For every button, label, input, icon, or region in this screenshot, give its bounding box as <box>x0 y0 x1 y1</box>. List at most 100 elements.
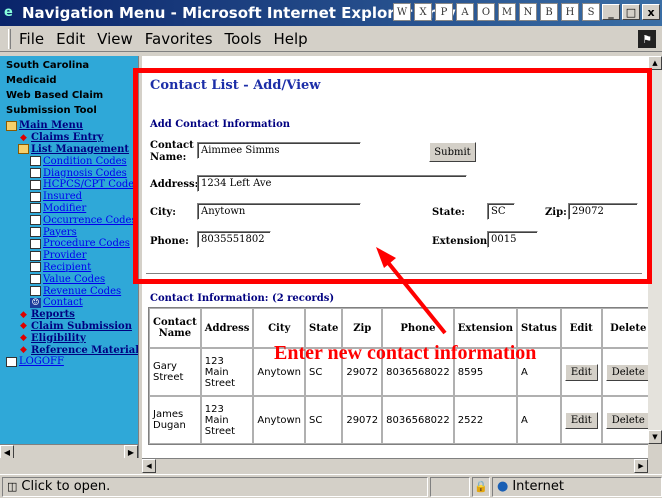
submit-button[interactable]: Submit <box>429 142 476 162</box>
app-icon[interactable]: B <box>540 3 558 21</box>
page-icon <box>30 215 41 226</box>
book-icon <box>6 120 17 131</box>
menu-tools[interactable]: Tools <box>225 30 262 48</box>
delete-button[interactable]: Delete <box>605 411 648 429</box>
sidebar-header-line: South Carolina Medicaid <box>6 60 90 86</box>
sidebar-item[interactable]: Main Menu <box>0 120 138 132</box>
lock-icon: 🔒 <box>472 476 490 497</box>
cell-phone: 8036568022 <box>382 396 454 444</box>
page-icon <box>30 262 41 273</box>
sidebar-item-label: Eligibility <box>31 332 86 344</box>
cell-city: Anytown <box>253 396 306 444</box>
cell-address: 123 Main Street <box>200 348 254 396</box>
sidebar-item[interactable]: ◆ Claim Submission <box>0 321 138 333</box>
city-field[interactable]: Anytown <box>197 203 361 220</box>
phone-label: Phone: <box>150 236 189 247</box>
app-icon[interactable]: M <box>498 3 516 21</box>
sidebar-item[interactable]: Insured <box>0 191 138 203</box>
delete-button[interactable]: Delete <box>605 363 648 381</box>
sidebar-item-label: List Management <box>31 143 130 155</box>
sidebar-item[interactable]: ◆ Eligibility <box>0 332 138 344</box>
page-icon: ◫ <box>7 480 18 493</box>
sidebar-item-label: Condition Codes <box>43 155 127 167</box>
content-frame: Contact List - Add/View Add Contact Info… <box>142 56 648 458</box>
city-label: City: <box>150 207 176 218</box>
zip-label: Zip: <box>545 207 567 218</box>
app-icon[interactable]: S <box>582 3 600 21</box>
app-icon[interactable]: O <box>477 3 495 21</box>
menu-favorites[interactable]: Favorites <box>145 30 213 48</box>
security-zone[interactable]: ● Internet <box>492 476 662 497</box>
app-icon[interactable]: H <box>561 3 579 21</box>
scroll-down-icon[interactable]: ▼ <box>648 430 662 444</box>
sidebar-item[interactable]: Procedure Codes <box>0 238 138 250</box>
sidebar-item[interactable]: Provider <box>0 250 138 262</box>
maximize-button[interactable]: □ <box>622 4 640 20</box>
column-header: Address <box>200 308 254 348</box>
close-button[interactable]: x <box>642 4 660 20</box>
app-icon[interactable]: X <box>414 3 432 21</box>
scroll-up-icon[interactable]: ▲ <box>648 56 662 70</box>
menu-help[interactable]: Help <box>274 30 308 48</box>
cell-delete: Delete <box>601 396 648 444</box>
minimize-button[interactable]: _ <box>602 4 620 20</box>
sidebar-item[interactable]: Recipient <box>0 262 138 274</box>
toolbar-grip[interactable] <box>8 28 11 49</box>
sidebar-item[interactable]: Payers <box>0 226 138 238</box>
table-row: James Dugan 123 Main Street Anytown SC 2… <box>149 396 648 444</box>
globe-icon: ● <box>497 479 509 494</box>
app-icon[interactable]: W <box>393 3 411 21</box>
sidebar-item[interactable]: LOGOFF <box>0 356 138 368</box>
sidebar-item[interactable]: Occurrence Codes <box>0 214 138 226</box>
page-icon <box>30 286 41 297</box>
zip-field[interactable]: 29072 <box>568 203 638 220</box>
sidebar-item[interactable]: Diagnosis Codes <box>0 167 138 179</box>
diamond-icon: ◆ <box>20 321 27 332</box>
app-icon[interactable]: P <box>435 3 453 21</box>
sidebar-item[interactable]: HCPCS/CPT Codes <box>0 179 138 191</box>
app-icon[interactable]: A <box>456 3 474 21</box>
contact-name-field[interactable]: Aimmee Simms <box>197 142 361 159</box>
sidebar-item[interactable]: ◆ Reference Materials <box>0 344 138 356</box>
sidebar-item[interactable]: Value Codes <box>0 273 138 285</box>
sidebar-header: South Carolina Medicaid Web Based Claim … <box>0 56 138 120</box>
scrollbar-corner <box>648 444 662 458</box>
sidebar-item-label: Main Menu <box>19 120 84 132</box>
sidebar-item-label: Claims Entry <box>31 132 104 144</box>
app-icon[interactable]: N <box>519 3 537 21</box>
menu-view[interactable]: View <box>97 30 133 48</box>
menu-edit[interactable]: Edit <box>56 30 85 48</box>
sidebar-item-label: Reference Materials <box>31 344 138 356</box>
page-icon <box>30 156 41 167</box>
sidebar-item[interactable]: ◆ Reports <box>0 309 138 321</box>
sidebar-item[interactable]: Condition Codes <box>0 155 138 167</box>
edit-button[interactable]: Edit <box>564 363 598 381</box>
sidebar-horizontal-scrollbar[interactable]: ◀ ▶ <box>0 444 138 458</box>
sidebar-item[interactable]: Modifier <box>0 203 138 215</box>
sidebar-item[interactable]: Revenue Codes <box>0 285 138 297</box>
state-field[interactable]: SC <box>487 203 515 220</box>
sidebar-item-label: Contact <box>43 297 83 309</box>
sidebar-item-label: Claim Submission <box>31 320 132 332</box>
scroll-left-icon[interactable]: ◀ <box>142 459 156 473</box>
address-field[interactable]: 1234 Left Ave <box>197 175 467 192</box>
cell-address: 123 Main Street <box>200 396 254 444</box>
scroll-left-icon[interactable]: ◀ <box>0 445 14 458</box>
phone-field[interactable]: 8035551802 <box>197 231 271 248</box>
sidebar-item-label: Modifier <box>43 202 87 214</box>
state-label: State: <box>432 207 465 218</box>
sidebar-item[interactable]: ◆ Claims Entry <box>0 132 138 144</box>
vertical-scrollbar[interactable]: ▲ ▼ <box>648 56 662 458</box>
extension-field[interactable]: 0015 <box>487 231 538 248</box>
horizontal-scrollbar[interactable]: ◀ ▶ <box>142 458 648 473</box>
cell-edit: Edit <box>560 396 602 444</box>
scroll-right-icon[interactable]: ▶ <box>634 459 648 473</box>
menu-file[interactable]: File <box>19 30 44 48</box>
contact-icon: ☺ <box>30 297 41 308</box>
sidebar-item[interactable]: List Management <box>0 144 138 156</box>
cell-edit: Edit <box>560 348 602 396</box>
scroll-right-icon[interactable]: ▶ <box>124 445 138 458</box>
page-icon <box>30 191 41 202</box>
edit-button[interactable]: Edit <box>564 411 598 429</box>
sidebar-item[interactable]: ☺ Contact <box>0 297 138 309</box>
